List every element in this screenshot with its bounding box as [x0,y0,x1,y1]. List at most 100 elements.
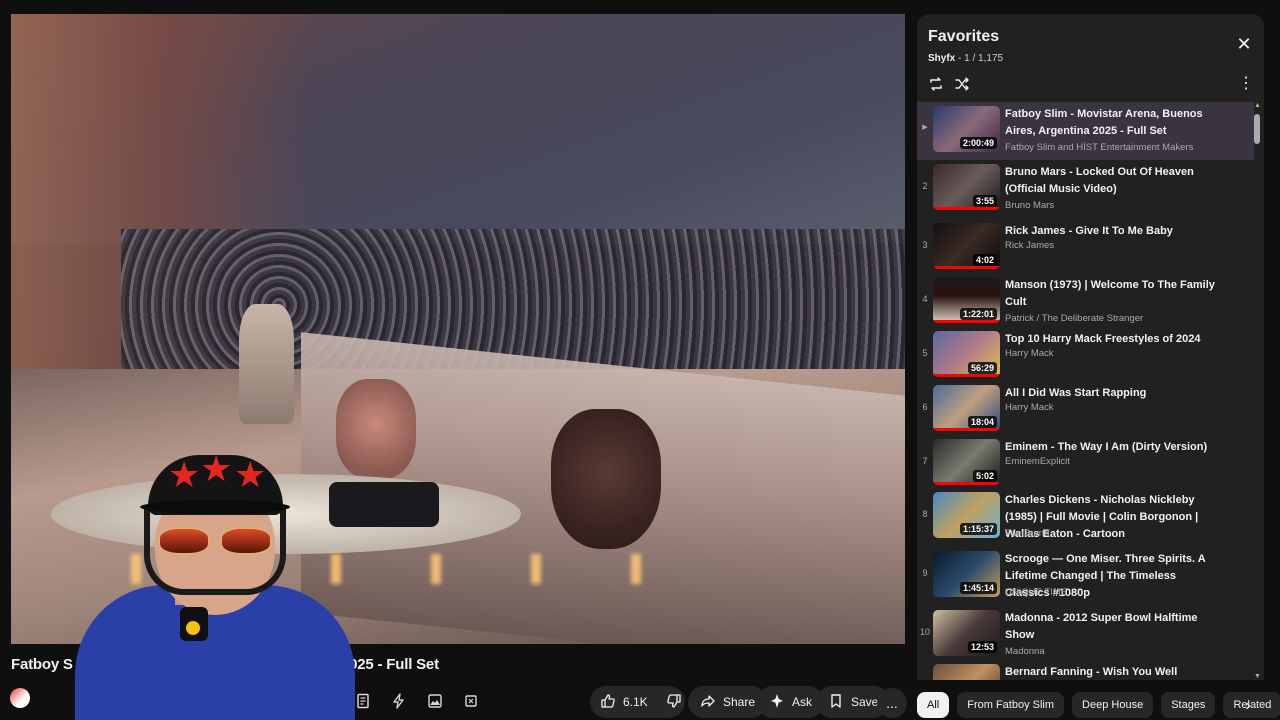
playlist-item-channel[interactable]: Bruno Mars [1005,200,1054,211]
playlist-item-title[interactable]: Bernard Fanning - Wish You Well [1005,664,1215,680]
playlist-item[interactable]: 8 1:15:37 Charles Dickens - Nicholas Nickl… [917,488,1254,542]
webcam-person-sunglasses [156,527,274,557]
thumbs-down-icon[interactable] [666,693,682,712]
playlist-scrollbar[interactable]: ▲ ▼ [1254,102,1261,680]
like-dislike-group: 6.1K [590,686,685,718]
image-icon[interactable] [424,690,446,712]
playlist-item[interactable]: 7 5:02 Eminem - The Way I Am (Dirty Versio… [917,435,1254,489]
playlist-item-index: 2 [922,181,928,191]
chip-from-fatboy-slim[interactable]: From Fatboy Slim [957,692,1065,718]
lightning-icon[interactable] [388,690,410,712]
playlist-item-channel[interactable]: EminemExplicit [1005,456,1070,467]
duration-badge: 1:15:37 [959,523,997,535]
scrollbar-thumb[interactable] [1254,114,1260,144]
remix-icon[interactable] [460,690,482,712]
playlist-title: Favorites [928,28,1000,45]
watch-progress-bar [933,266,1000,269]
playlist-item[interactable]: ▶ 2:00:49 Fatboy Slim - Movistar Arena, Bu… [917,102,1254,160]
playlist-item[interactable]: 9 1:45:14 Scrooge — One Miser. Three Spiri… [917,547,1254,601]
scroll-up-icon[interactable]: ▲ [1254,102,1261,109]
related-chips: All From Fatboy Slim Deep House Stages Relat… [917,692,1280,718]
sunglasses-lens [220,527,272,555]
save-label: Save [851,695,879,709]
playlist-item-index: 9 [922,568,928,578]
watch-progress-bar [933,320,1000,323]
ask-button[interactable]: Ask [757,686,825,718]
chip-all[interactable]: All [917,692,950,718]
playlist-item[interactable]: 4 1:22:01 Manson (1973) | Welcome To The F… [917,273,1254,327]
share-icon [700,693,716,712]
playlist-item-title[interactable]: Rick James - Give It To Me Baby [1005,223,1215,240]
duration-badge: 4:02 [972,254,997,266]
playlist-item-index: 5 [922,348,928,358]
playlist-item-channel[interactable]: Fatboy Slim and HÍST Entertainment Maker… [1005,142,1193,153]
playlist-item-index: 8 [922,509,928,519]
video-frame-face [551,409,661,549]
playlist-item[interactable]: 6 18:04 All I Did Was Start Rapping Harry M… [917,381,1254,435]
playlist-item-thumbnail[interactable]: 1:45:14 [933,551,1000,597]
playlist-item-channel[interactable]: FamBrand [1005,528,1049,539]
playlist-item[interactable]: 10 12:53 Madonna - 2012 Super Bowl Halftim… [917,606,1254,660]
playlist-item-thumbnail[interactable]: 3:55 [933,164,1000,210]
close-icon[interactable]: ✕ [1234,34,1254,54]
share-button[interactable]: Share [688,686,768,718]
shuffle-icon[interactable] [951,73,973,95]
more-actions-button[interactable]: ... [877,688,907,718]
sparkle-icon [769,693,785,712]
playlist-item-title[interactable]: Top 10 Harry Mack Freestyles of 2024 [1005,331,1215,348]
playlist-item-index: 6 [922,402,928,412]
share-label: Share [723,695,756,709]
playlist-item-thumbnail[interactable]: 1:15:37 [933,492,1000,538]
transcript-icon[interactable] [352,690,374,712]
playlist-item-title[interactable]: Madonna - 2012 Super Bowl Halftime Show [1005,610,1215,644]
playlist-item[interactable]: 5 56:29 Top 10 Harry Mack Freestyles of 20… [917,327,1254,381]
webcam-overlay: ★ ★ ★ [40,445,355,720]
thumbs-up-icon[interactable] [600,693,616,712]
playlist-item-thumbnail[interactable]: 12:53 [933,610,1000,656]
playlist-item-channel[interactable]: Patrick / The Deliberate Stranger [1005,313,1143,324]
playlist-item-title[interactable]: Bruno Mars - Locked Out Of Heaven (Offic… [1005,164,1215,198]
playlist-item-channel[interactable]: Harry Mack [1005,348,1054,359]
like-count[interactable]: 6.1K [623,695,648,709]
playlist-item[interactable]: 2 3:55 Bruno Mars - Locked Out Of Heaven (… [917,160,1254,214]
scroll-down-icon[interactable]: ▼ [1254,673,1261,680]
chip-deep-house[interactable]: Deep House [1072,692,1154,718]
kebab-menu-icon[interactable]: ⋮ [1238,73,1254,95]
playlist-item-thumbnail[interactable]: 18:04 [933,385,1000,431]
duration-badge: 56:29 [967,362,997,374]
playlist-item-thumbnail[interactable]: 1:22:01 [933,277,1000,323]
playlist-position: - 1 / 1,175 [958,53,1004,64]
chip-stages[interactable]: Stages [1161,692,1216,718]
playlist-item-thumbnail[interactable]: 4:02 [933,223,1000,269]
duration-badge: 1:45:14 [959,582,997,594]
playlist-item-channel[interactable]: UNIQUE TIME [1005,587,1067,598]
playlist-item-title[interactable]: Eminem - The Way I Am (Dirty Version) [1005,439,1215,456]
bookmark-icon [828,693,844,712]
duration-badge: 3:55 [972,195,997,207]
loop-icon[interactable] [925,73,947,95]
star-icon: ★ [234,454,267,495]
video-tools [352,690,482,712]
duration-badge: 5:02 [972,470,997,482]
playlist-item-title[interactable]: Manson (1973) | Welcome To The Family Cu… [1005,277,1215,311]
playlist-owner[interactable]: Shyfx [928,53,955,64]
star-icon: ★ [168,454,201,495]
video-title-end: 2025 - Full Set [341,656,439,673]
playlist-item-channel[interactable]: Harry Mack [1005,402,1054,413]
playlist-item-thumbnail[interactable]: 2:00:49 [933,106,1000,152]
playlist-item-channel[interactable]: Rick James [1005,240,1054,251]
chevron-right-icon[interactable]: › [1236,694,1260,718]
playlist-item[interactable]: 11Bernard Fanning - Wish You Well [917,660,1254,680]
playlist-item-channel[interactable]: Madonna [1005,646,1045,657]
playlist-item-title[interactable]: All I Did Was Start Rapping [1005,385,1215,402]
playlist-item-index: 10 [919,627,930,637]
star-icon: ★ [200,448,233,489]
channel-avatar[interactable] [10,688,30,708]
playlist-item-thumbnail[interactable]: 5:02 [933,439,1000,485]
watch-progress-bar [933,207,1000,210]
playlist-item-thumbnail[interactable]: 56:29 [933,331,1000,377]
playlist-item[interactable]: 3 4:02 Rick James - Give It To Me Baby Rick… [917,219,1254,273]
playlist-item-title[interactable]: Fatboy Slim - Movistar Arena, Buenos Air… [1005,106,1215,140]
playlist-item-thumbnail[interactable] [933,664,1000,680]
app: Fatboy S 2025 - Full Set ★ ★ ★ 6.1K Shar… [0,0,1280,720]
